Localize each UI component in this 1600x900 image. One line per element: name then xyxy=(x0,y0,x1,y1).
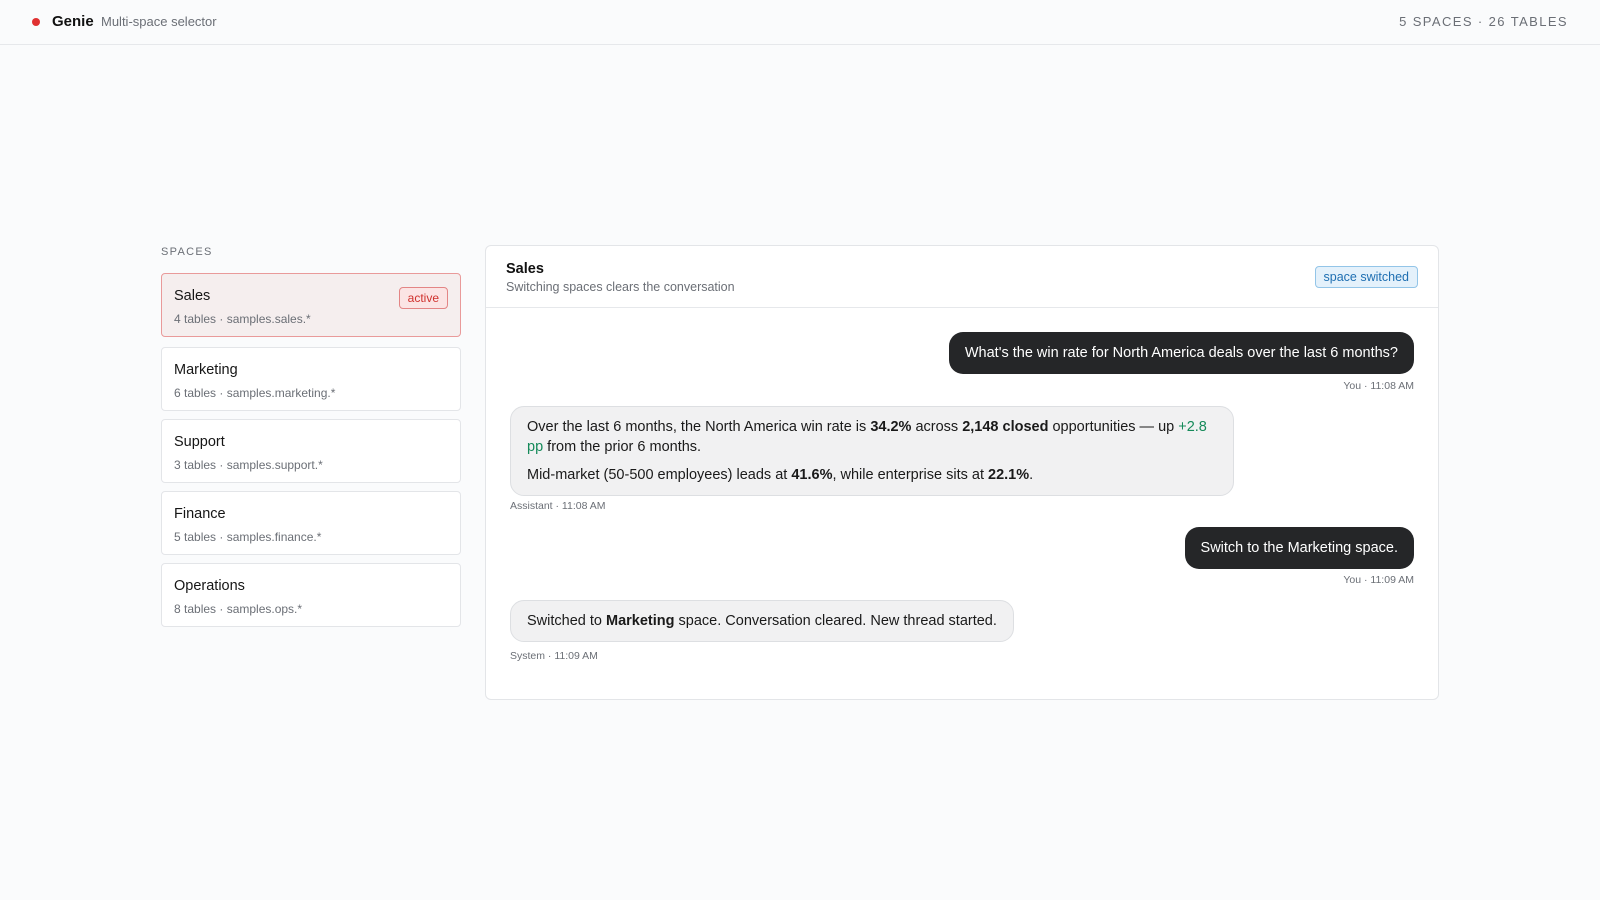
panel-title: Sales xyxy=(506,261,544,277)
space-item-sales[interactable]: Sales active 4 tables · samples.sales.* xyxy=(161,273,461,337)
space-name: Support xyxy=(174,434,225,450)
active-badge: active xyxy=(398,287,448,309)
space-item-marketing[interactable]: Marketing 6 tables · samples.marketing.* xyxy=(161,347,461,411)
message-meta: Assistant · 11:08 AM xyxy=(510,500,606,512)
space-name: Sales xyxy=(174,288,211,304)
message-meta: You · 11:08 AM xyxy=(1343,380,1414,392)
user-message: Switch to the Marketing space. xyxy=(1184,527,1414,569)
user-message: What's the win rate for North America de… xyxy=(948,332,1414,374)
assistant-message: Over the last 6 months, the North Americ… xyxy=(510,406,1234,496)
space-meta: 8 tables · samples.ops.* xyxy=(174,602,303,616)
spaces-stats: 5 SPACES · 26 TABLES xyxy=(1399,14,1568,29)
app-name: Genie xyxy=(52,13,94,30)
status-dot-icon xyxy=(32,18,40,26)
space-name: Marketing xyxy=(174,362,238,378)
panel-header: Sales Switching spaces clears the conver… xyxy=(486,246,1438,308)
space-meta: 4 tables · samples.sales.* xyxy=(174,312,311,326)
space-name: Operations xyxy=(174,578,245,594)
space-name: Finance xyxy=(174,506,226,522)
space-meta: 5 tables · samples.finance.* xyxy=(174,530,322,544)
message-meta: System · 11:09 AM xyxy=(510,650,598,662)
space-item-support[interactable]: Support 3 tables · samples.support.* xyxy=(161,419,461,483)
space-switched-badge: space switched xyxy=(1314,266,1418,288)
space-item-finance[interactable]: Finance 5 tables · samples.finance.* xyxy=(161,491,461,555)
app-subtitle: Multi-space selector xyxy=(101,14,217,29)
space-meta: 6 tables · samples.marketing.* xyxy=(174,386,336,400)
panel-subtitle: Switching spaces clears the conversation xyxy=(506,280,735,294)
top-bar: Genie Multi-space selector 5 SPACES · 26… xyxy=(0,0,1600,45)
space-meta: 3 tables · samples.support.* xyxy=(174,458,323,472)
system-message: Switched to Marketing space. Conversatio… xyxy=(510,600,1014,642)
conversation-panel: Sales Switching spaces clears the conver… xyxy=(485,245,1439,700)
space-item-operations[interactable]: Operations 8 tables · samples.ops.* xyxy=(161,563,461,627)
assistant-paragraph: Over the last 6 months, the North Americ… xyxy=(527,419,1207,455)
message-meta: You · 11:09 AM xyxy=(1343,574,1414,586)
spaces-heading: SPACES xyxy=(161,246,213,258)
assistant-paragraph: Mid-market (50-500 employees) leads at 4… xyxy=(527,467,1034,483)
